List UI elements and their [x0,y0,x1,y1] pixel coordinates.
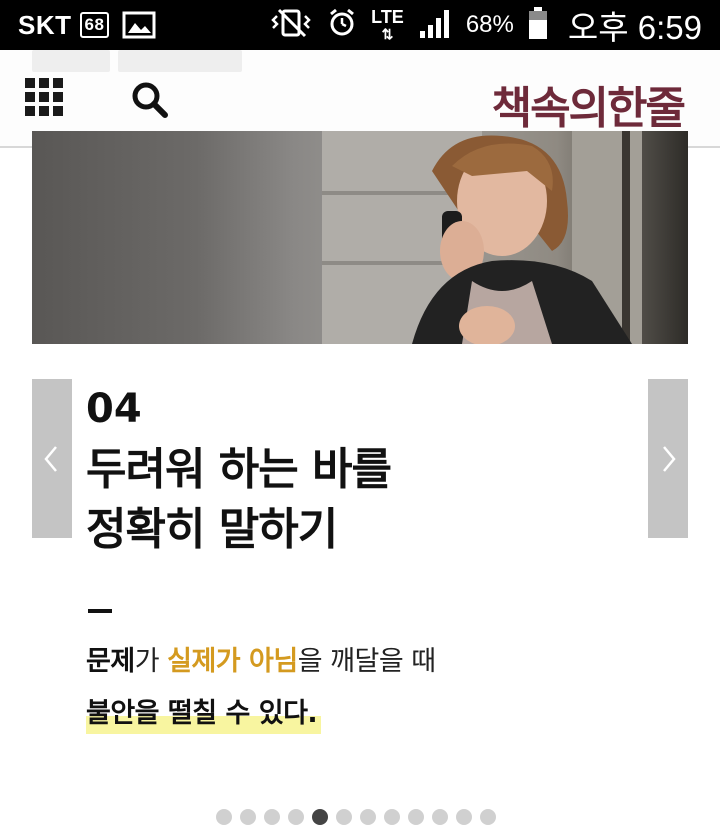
status-icons: LTE ⇅ 68% 오후 6:59 [269,0,702,50]
next-slide-button[interactable] [648,379,688,538]
pagination-dot[interactable] [360,809,376,825]
card-title-line1: 두려워 하는 바를 [86,444,392,495]
carrier-info: SKT 68 [18,0,110,50]
article-photo [32,131,688,344]
pagination-dot[interactable] [288,809,304,825]
network-label: LTE [371,6,404,27]
card-highlight-line: 불안을 떨칠 수 있다. [86,694,322,734]
carrier-label: SKT [18,9,72,40]
battery-icon [528,6,548,45]
body-highlight: 실제가 아님 [167,646,298,677]
pagination-dot[interactable] [432,809,448,825]
grid-menu-icon[interactable] [25,78,65,118]
alarm-icon [327,8,357,43]
pagination-dot[interactable] [216,809,232,825]
chevron-right-icon [663,445,676,472]
ghost-tab [32,50,110,72]
clock: 오후 6:59 [567,9,702,46]
vibrate-icon [269,8,313,43]
woman-on-phone-image [322,131,642,344]
data-arrows-icon: ⇅ [381,25,394,42]
image-icon [122,0,156,50]
card-title-line2: 정확히 말하기 [86,504,338,555]
pagination-dot[interactable] [408,809,424,825]
pagination-dot[interactable] [480,809,496,825]
network-type: LTE ⇅ [371,6,404,42]
body-text-end: 을 깨달을 때 [297,646,436,677]
card-body-line: 문제가 실제가 아님을 깨달을 때 [86,642,436,682]
status-bar: SKT 68 LTE ⇅ 68% 오후 6:59 [0,0,720,50]
pagination-dot[interactable] [384,809,400,825]
card-title: 두려워 하는 바를 정확히 말하기 [86,440,392,560]
carousel-pagination [216,809,496,825]
divider-dash [88,609,112,613]
search-icon[interactable] [130,80,170,120]
battery-percent: 68% [465,11,514,38]
ghost-tab [118,50,242,72]
body-text: 가 [134,646,168,677]
pagination-dot[interactable] [240,809,256,825]
pagination-dot[interactable] [456,809,472,825]
carrier-badge: 68 [79,12,110,38]
signal-icon [418,7,452,44]
prev-slide-button[interactable] [32,379,72,538]
pagination-dot[interactable] [264,809,280,825]
card-number: 04 [86,386,142,432]
chevron-left-icon [44,445,57,472]
app-logo[interactable]: 책속의한줄 [492,72,686,136]
body-keyword: 문제 [86,646,135,677]
pagination-dot-active[interactable] [312,809,328,825]
pagination-dot[interactable] [336,809,352,825]
